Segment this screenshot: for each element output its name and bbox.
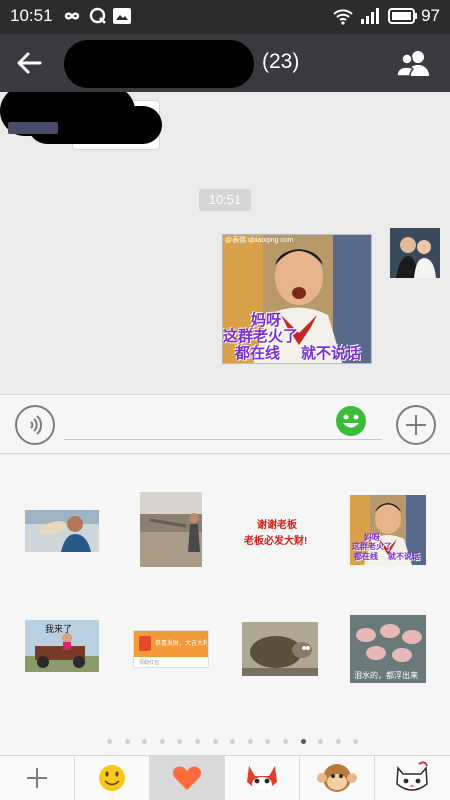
wifi-icon: [333, 9, 353, 25]
page-dot[interactable]: [300, 739, 306, 744]
sticker-caption: 领取红包: [139, 660, 160, 666]
page-dot[interactable]: [318, 739, 324, 744]
page-indicator[interactable]: [0, 737, 450, 747]
image-icon: [113, 8, 131, 24]
fox-icon: [247, 766, 277, 791]
sticker-caption: 恭喜发财，大吉大利: [155, 641, 209, 647]
page-dot[interactable]: [195, 739, 200, 744]
battery-level: 97: [421, 6, 440, 25]
voice-icon: [30, 415, 43, 435]
message-input[interactable]: [64, 439, 382, 440]
infinity-icon: [64, 12, 80, 20]
sticker-caption: 我来了: [45, 624, 73, 634]
sticker-omg-online[interactable]: 妈呀 这群老火了 都在线 就不说话: [350, 495, 426, 565]
q-icon: [89, 7, 106, 24]
sticker-man-drinking[interactable]: [25, 510, 99, 552]
sent-sticker-message[interactable]: @表情 qbiaoqing com 妈呀 这群老火了 都在线 就不说话: [222, 234, 372, 364]
status-bar: 10:51 97: [0, 0, 450, 34]
message-timestamp: 10:51: [199, 189, 251, 211]
page-dot[interactable]: [142, 739, 148, 744]
page-dot[interactable]: [124, 739, 130, 744]
sticker-thumbnail: [25, 510, 99, 552]
sticker-caption: 老板必发大财!: [244, 536, 308, 547]
input-bar: [0, 394, 450, 454]
redacted-group-name: [64, 40, 254, 88]
sticker-caption: 就不说话: [388, 552, 420, 561]
monkey-sticker-tab[interactable]: [300, 756, 375, 800]
heart-icon: [172, 766, 202, 790]
sticker-caption: 都在线: [354, 552, 378, 561]
sticker-text-line: 就不说话: [301, 345, 362, 362]
group-members-icon[interactable]: [396, 48, 432, 78]
page-dot[interactable]: [283, 739, 288, 744]
page-dot[interactable]: [159, 739, 165, 744]
back-arrow-icon[interactable]: [14, 48, 48, 78]
sticker-caption: 谢谢老板: [257, 520, 297, 531]
member-count: (23): [262, 50, 300, 73]
sticker-tab-bar: [0, 755, 450, 800]
redacted-avatar: [8, 122, 58, 134]
monkey-icon: [317, 764, 357, 792]
cat-icon: [396, 761, 428, 791]
signal-icon: [361, 8, 379, 24]
page-dot[interactable]: [247, 739, 253, 744]
sticker-thanks-boss[interactable]: 谢谢老板 老板必发大财!: [232, 510, 322, 550]
cat-sticker-tab[interactable]: [375, 756, 450, 800]
page-dot[interactable]: [230, 739, 236, 744]
page-dot[interactable]: [177, 739, 183, 744]
sticker-text-line: 都在线: [235, 345, 281, 362]
chat-area[interactable]: 10:51 @表情 qbiaoqing com 妈呀 这群老火了 都在线 就不说…: [0, 92, 450, 394]
red-packet-icon: [139, 636, 151, 651]
status-time: 10:51: [10, 6, 53, 25]
sticker-watermark: @表情 qbiaoqing com: [225, 237, 294, 244]
page-dot[interactable]: [107, 739, 112, 744]
voice-button[interactable]: [15, 405, 55, 445]
self-avatar-image: [390, 228, 440, 278]
smiley-icon: [99, 765, 125, 791]
page-dot[interactable]: [353, 739, 359, 744]
self-avatar[interactable]: [390, 228, 440, 278]
fox-sticker-tab[interactable]: [225, 756, 300, 800]
sticker-man-street[interactable]: [140, 492, 202, 567]
add-tab[interactable]: [0, 756, 75, 800]
sticker-panel: 谢谢老板 老板必发大财! 妈呀 这群老火了 都在线 就不说话 我来了 恭喜发财，…: [0, 455, 450, 755]
sticker-thumbnail: [242, 622, 318, 676]
favorites-tab[interactable]: [150, 756, 225, 800]
sticker-caption: 泪水的，都浮出来: [354, 671, 418, 680]
title-bar: (23): [0, 34, 450, 92]
sticker-thumbnail: [140, 492, 202, 567]
emoji-tab[interactable]: [75, 756, 150, 800]
sticker-pigs[interactable]: 泪水的，都浮出来: [350, 615, 426, 683]
page-dot[interactable]: [265, 739, 271, 744]
plus-icon: [406, 415, 426, 435]
page-dot[interactable]: [212, 739, 218, 744]
sticker-red-packet[interactable]: 恭喜发财，大吉大利 领取红包: [133, 630, 209, 668]
battery-icon: [388, 8, 417, 24]
more-button[interactable]: [396, 405, 436, 445]
sticker-tortoise[interactable]: [242, 622, 318, 676]
page-dot[interactable]: [335, 739, 341, 744]
sticker-here-i-come[interactable]: 我来了: [25, 620, 99, 672]
emoji-icon[interactable]: [335, 405, 367, 437]
plus-icon: [27, 768, 47, 788]
